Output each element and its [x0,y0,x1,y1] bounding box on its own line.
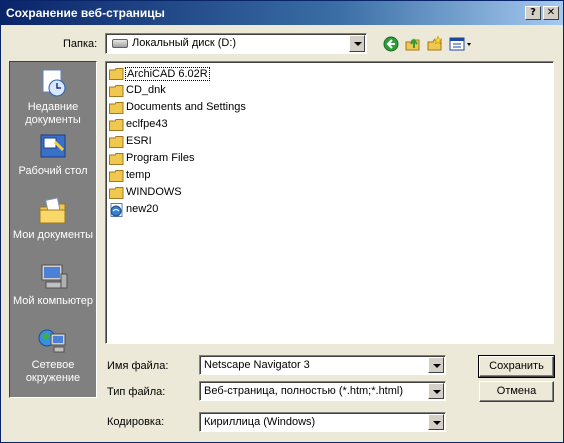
help-button[interactable]: ? [525,6,541,20]
up-folder-icon[interactable] [404,35,422,53]
filetype-value: Веб-страница, полностью (*.htm;*.html) [204,385,404,397]
filename-field[interactable]: Netscape Navigator 3 [199,355,446,375]
filetype-dropdown[interactable]: Веб-страница, полностью (*.htm;*.html) [199,381,446,401]
filetype-label: Тип файла: [107,386,166,398]
place-label: Мой компьютер [12,295,94,307]
save-web-page-dialog: Сохранение веб-страницы ? ✕ Папка: Локал… [0,0,564,443]
html-file-icon [110,203,123,217]
places-bar: Недавние документы Рабочий стол Мои доку… [9,61,97,398]
place-label: Мои документы [12,229,94,241]
lookin-label: Папка: [63,38,98,50]
place-label: Сетевое окружение [25,359,81,384]
chevron-down-icon[interactable] [349,35,365,52]
encoding-value: Кириллица (Windows) [204,416,316,428]
filename-value: Netscape Navigator 3 [204,359,310,371]
close-button[interactable]: ✕ [543,6,559,20]
place-desktop[interactable]: Рабочий стол [10,132,96,178]
place-my-computer[interactable]: Мой компьютер [10,262,96,308]
local-disk-icon [112,39,128,48]
folder-icon [109,170,124,182]
new-folder-icon[interactable] [426,35,444,53]
folder-icon [109,68,124,80]
folder-icon [109,102,124,114]
file-list[interactable]: ArchiCAD 6.02R CD_dnk Documents and Sett… [105,61,554,344]
encoding-dropdown[interactable]: Кириллица (Windows) [199,412,446,432]
folder-icon [109,119,124,131]
folder-icon [109,153,124,165]
place-network[interactable]: Сетевое окружение [10,326,96,385]
lookin-dropdown[interactable]: Локальный диск (D:) [105,33,367,54]
filename-label: Имя файла: [107,360,169,372]
my-documents-icon [39,197,66,224]
encoding-label: Кодировка: [107,416,165,428]
chevron-down-icon[interactable] [428,357,444,373]
place-label: Недавние документы [25,101,81,126]
cancel-button[interactable]: Отмена [479,381,554,402]
folder-icon [109,187,124,199]
desktop-icon [40,134,66,158]
folder-icon [109,85,124,97]
chevron-down-icon[interactable] [428,414,444,430]
my-computer-icon [41,264,68,289]
network-icon [38,329,66,353]
title-bar[interactable]: Сохранение веб-страницы ? ✕ [1,1,563,25]
place-my-documents[interactable]: Мои документы [10,196,96,242]
place-recent[interactable]: Недавние документы [10,68,96,127]
lookin-value: Локальный диск (D:) [132,37,237,49]
back-icon[interactable] [382,35,400,53]
save-button[interactable]: Сохранить [478,355,555,378]
place-label: Рабочий стол [18,165,88,177]
recent-documents-icon [42,69,66,97]
chevron-down-icon[interactable] [428,383,444,399]
view-menu-icon[interactable] [448,35,474,53]
folder-icon [109,136,124,148]
window-title: Сохранение веб-страницы [6,6,165,20]
